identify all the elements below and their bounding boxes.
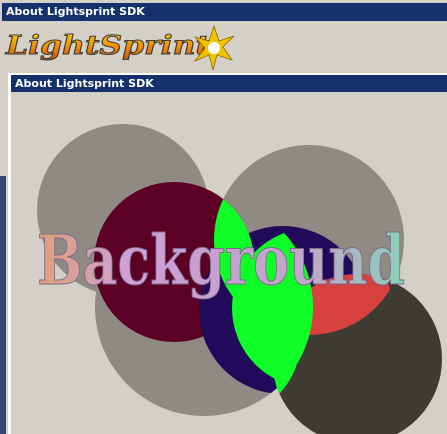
scene-viewport[interactable]: Background <box>11 92 447 434</box>
inner-about-window: About Lightsprint SDK Background <box>8 73 447 434</box>
logo-wordmark: LightSprint <box>5 31 210 61</box>
background-text: Background <box>37 221 405 301</box>
logo-area: LightSprint <box>0 22 447 70</box>
left-edge-shadow <box>0 176 6 434</box>
inner-window-title: About Lightsprint SDK <box>11 75 447 92</box>
about-window: About Lightsprint SDK LightSprint About … <box>0 0 447 434</box>
scene-render: Background <box>37 124 442 434</box>
window-title: About Lightsprint SDK <box>2 3 447 21</box>
lightsprint-logo: LightSprint <box>4 24 235 70</box>
